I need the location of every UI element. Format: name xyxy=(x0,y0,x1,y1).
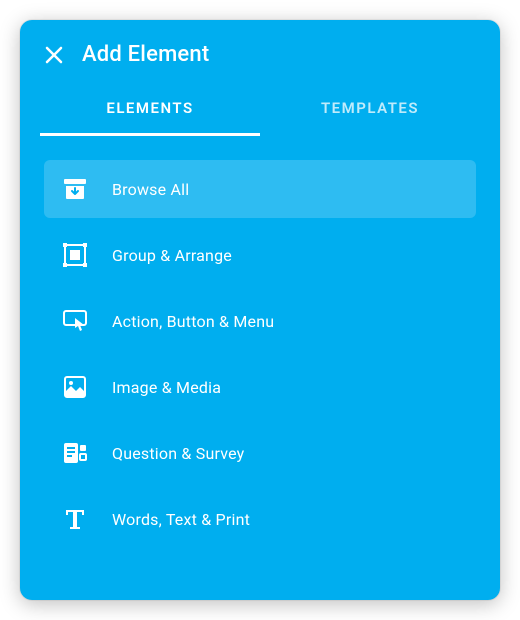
tab-label: TEMPLATES xyxy=(321,99,419,117)
tab-templates[interactable]: TEMPLATES xyxy=(260,85,480,136)
image-media-icon xyxy=(62,374,88,400)
tabs: ELEMENTS TEMPLATES xyxy=(20,85,500,136)
archive-down-icon xyxy=(62,176,88,202)
group-arrange-icon xyxy=(62,242,88,268)
list-item-action-button[interactable]: Action, Button & Menu xyxy=(44,292,476,350)
list-item-browse-all[interactable]: Browse All xyxy=(44,160,476,218)
panel-header: Add Element xyxy=(20,20,500,85)
element-list: Browse All Group & Arrange xyxy=(20,136,500,572)
list-item-image-media[interactable]: Image & Media xyxy=(44,358,476,416)
text-icon xyxy=(62,506,88,532)
list-item-label: Image & Media xyxy=(112,378,221,397)
list-item-label: Action, Button & Menu xyxy=(112,312,274,331)
list-item-words-text[interactable]: Words, Text & Print xyxy=(44,490,476,548)
panel-title: Add Element xyxy=(82,42,209,67)
tab-label: ELEMENTS xyxy=(106,99,193,117)
action-button-icon xyxy=(62,308,88,334)
list-item-question-survey[interactable]: Question & Survey xyxy=(44,424,476,482)
list-item-label: Browse All xyxy=(112,180,189,199)
close-button[interactable] xyxy=(44,45,64,65)
add-element-panel: Add Element ELEMENTS TEMPLATES Browse Al… xyxy=(20,20,500,600)
list-item-label: Words, Text & Print xyxy=(112,510,250,529)
close-icon xyxy=(45,46,63,64)
list-item-group-arrange[interactable]: Group & Arrange xyxy=(44,226,476,284)
question-survey-icon xyxy=(62,440,88,466)
tab-elements[interactable]: ELEMENTS xyxy=(40,85,260,136)
list-item-label: Question & Survey xyxy=(112,444,244,463)
list-item-label: Group & Arrange xyxy=(112,246,232,265)
